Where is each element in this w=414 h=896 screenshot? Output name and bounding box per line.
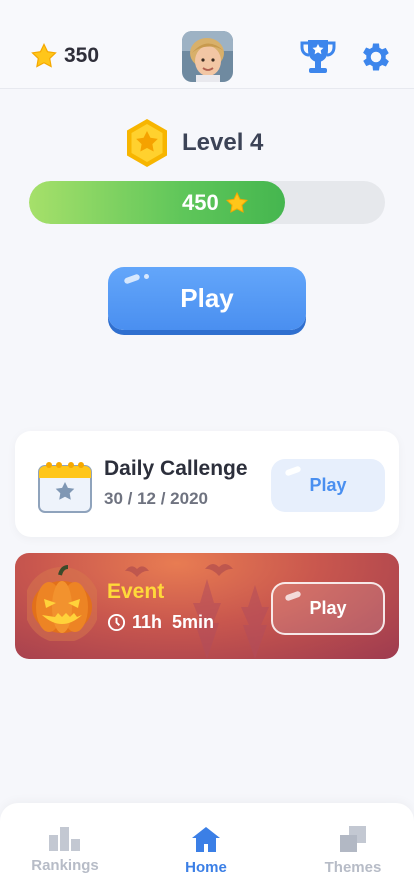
trophy-icon[interactable] xyxy=(300,38,336,76)
progress-value: 450 xyxy=(182,190,219,215)
event-card: Event 11h 5min Play xyxy=(15,553,399,659)
star-icon xyxy=(225,191,248,213)
star-icon xyxy=(31,42,57,68)
tab-rankings[interactable]: Rankings xyxy=(15,825,115,874)
event-timer: 11h 5min xyxy=(107,612,214,633)
event-timer-value: 11h 5min xyxy=(132,612,215,632)
event-play-button[interactable]: Play xyxy=(271,582,385,635)
event-title: Event xyxy=(107,580,165,603)
progress-label: 450 xyxy=(182,190,249,216)
gloss-highlight xyxy=(284,590,302,602)
avatar[interactable] xyxy=(182,31,233,82)
hexagon-star-icon xyxy=(127,119,167,167)
coin-counter: 350 xyxy=(30,42,99,70)
daily-play-label: Play xyxy=(309,475,347,495)
play-button[interactable]: Play xyxy=(108,267,306,330)
tab-themes-label: Themes xyxy=(324,859,382,876)
gear-icon[interactable] xyxy=(358,39,394,75)
clock-icon xyxy=(107,613,126,632)
top-bar: 350 xyxy=(0,0,414,89)
bar-chart-icon xyxy=(49,827,80,851)
calendar-icon xyxy=(38,462,92,513)
tab-home-label: Home xyxy=(185,859,227,876)
daily-challenge-title: Daily Callenge xyxy=(104,457,248,480)
tab-rankings-label: Rankings xyxy=(31,857,99,874)
gloss-highlight xyxy=(123,273,141,285)
level-indicator: Level 4 xyxy=(124,117,263,169)
play-button-label: Play xyxy=(180,283,234,313)
gloss-dot xyxy=(144,274,149,279)
level-label: Level 4 xyxy=(182,129,264,156)
tab-themes[interactable]: Themes xyxy=(303,825,403,876)
event-play-label: Play xyxy=(309,598,347,618)
home-icon xyxy=(192,827,220,852)
squares-icon xyxy=(340,826,366,852)
daily-play-button[interactable]: Play xyxy=(271,459,385,512)
level-progress-bar: 450 xyxy=(29,181,385,224)
pumpkin-icon xyxy=(27,565,97,641)
gloss-highlight xyxy=(284,465,302,477)
bottom-tab-bar: Rankings Home Themes xyxy=(0,803,414,896)
tab-home[interactable]: Home xyxy=(156,825,256,876)
coin-count: 350 xyxy=(64,44,100,67)
daily-challenge-card: Daily Callenge 30 / 12 / 2020 Play xyxy=(15,431,399,537)
daily-challenge-date: 30 / 12 / 2020 xyxy=(104,489,208,508)
